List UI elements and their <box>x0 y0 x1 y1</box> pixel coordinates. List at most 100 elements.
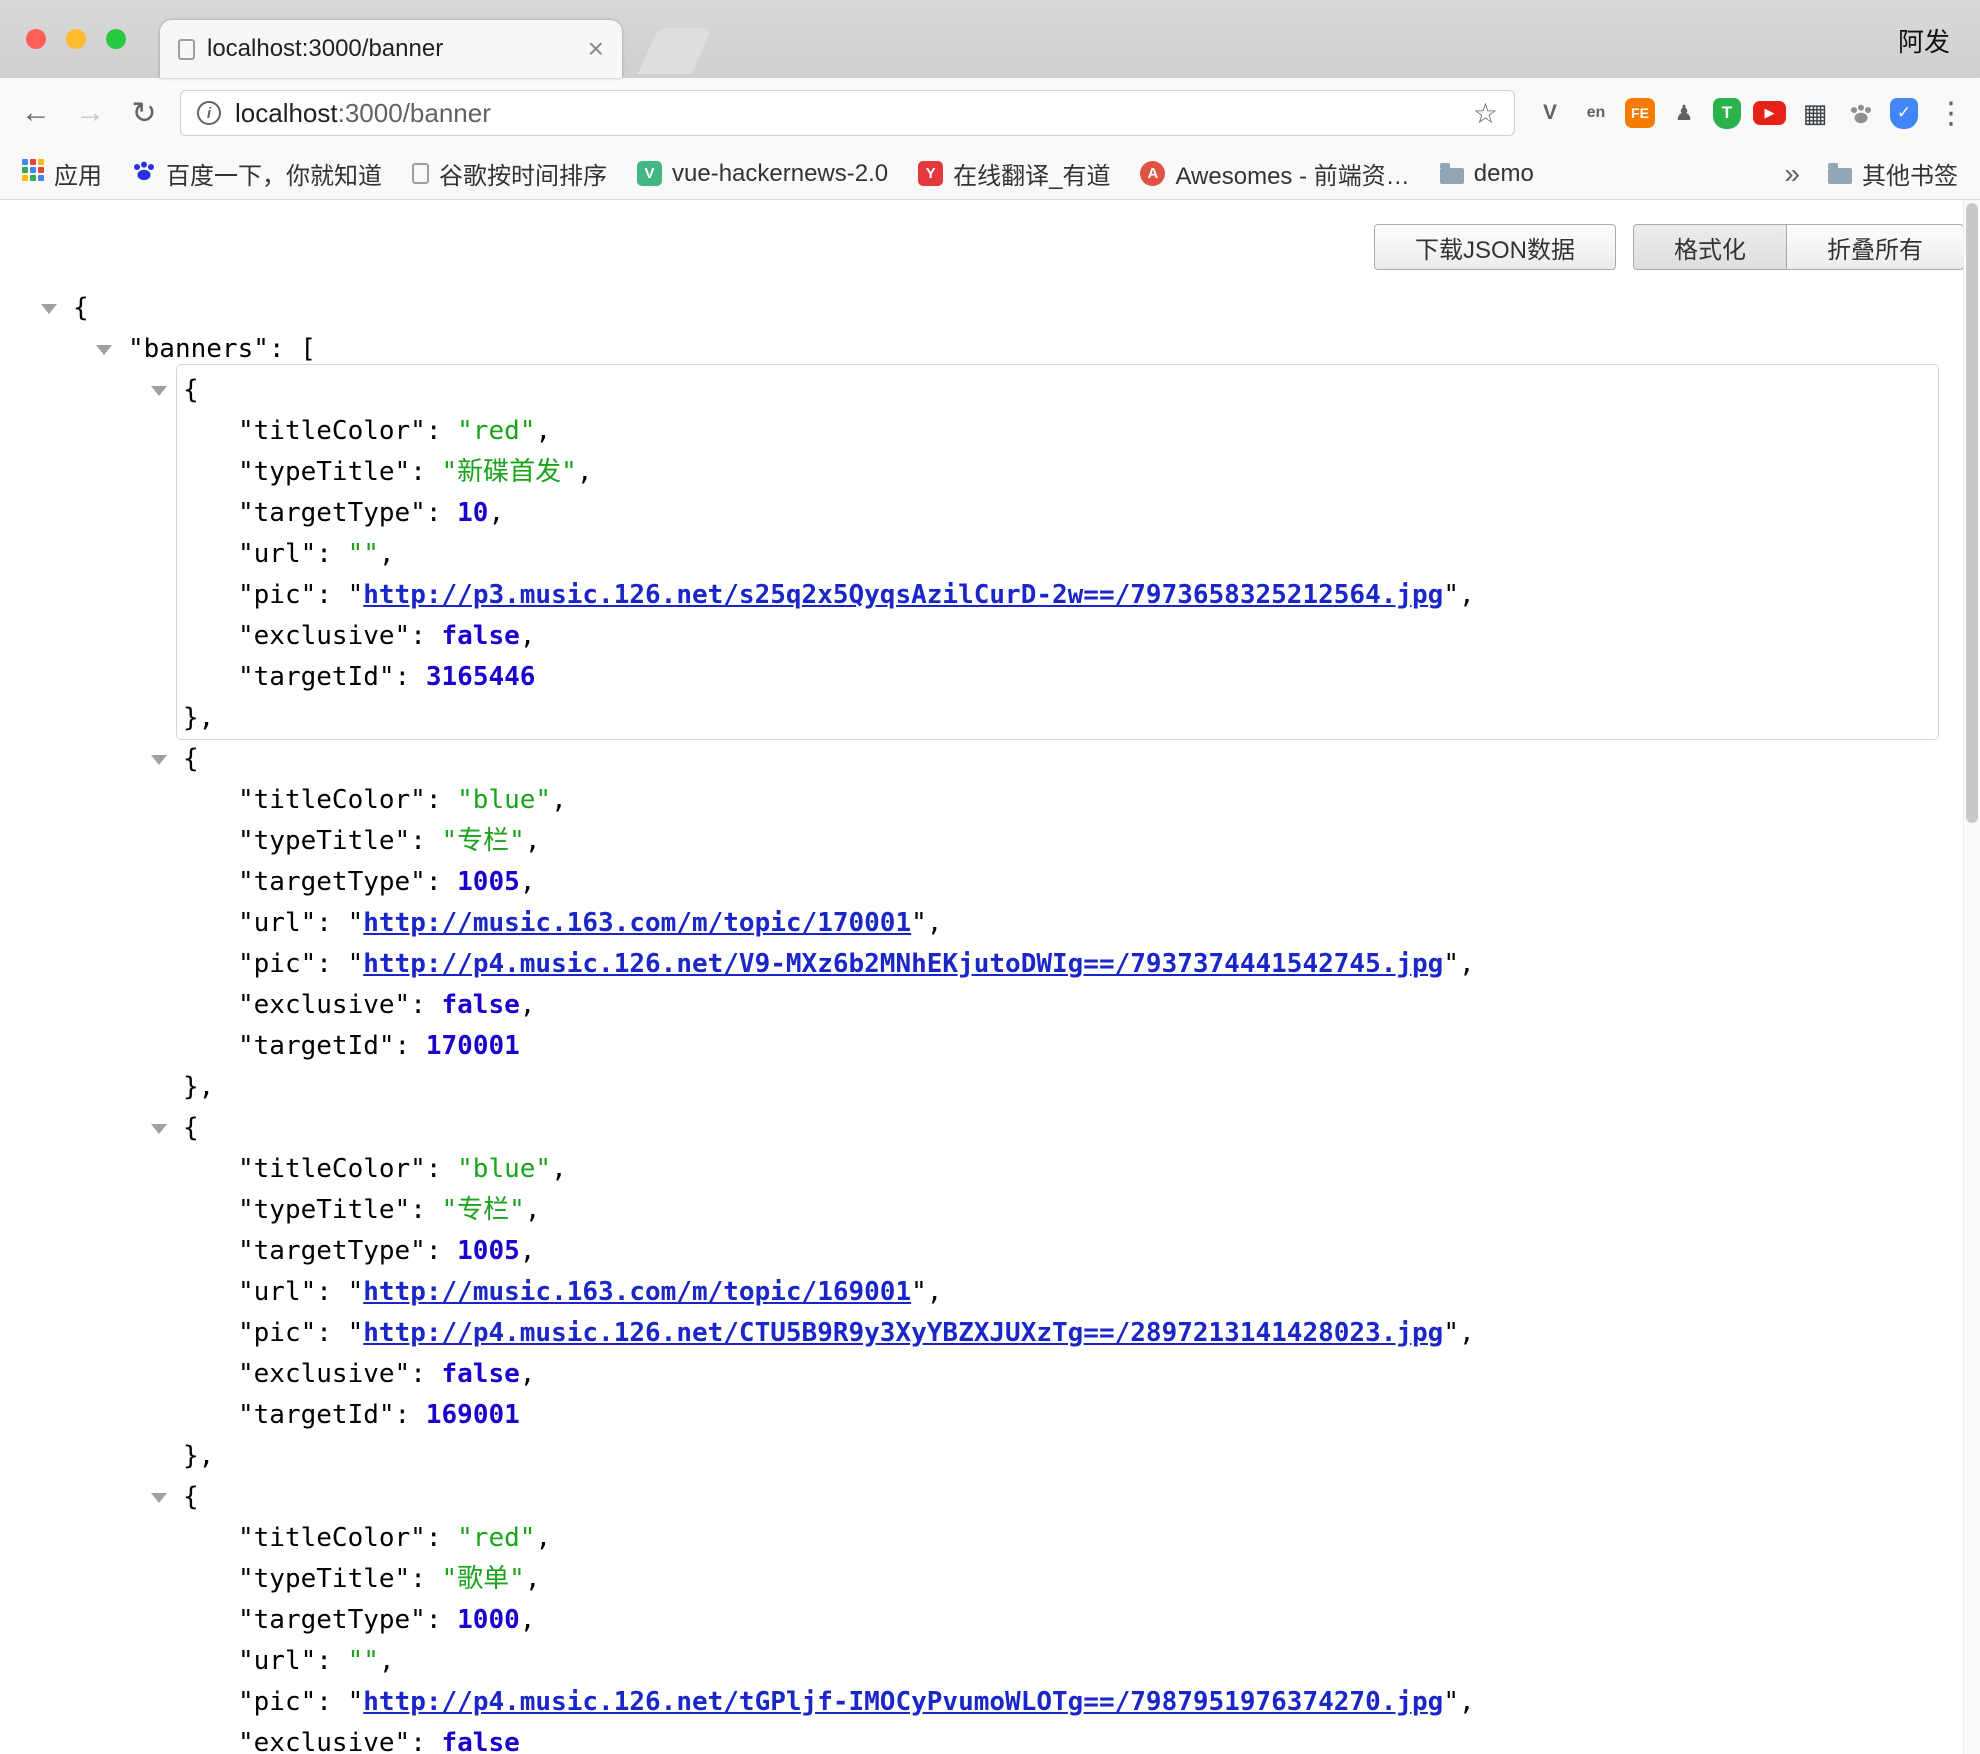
json-field-typeTitle: "typeTitle": "新碟首发", <box>0 452 1963 493</box>
json-punctuation: " <box>348 908 364 938</box>
close-window-button[interactable] <box>26 29 46 49</box>
bookmark-label: demo <box>1474 160 1534 188</box>
other-bookmarks-folder[interactable]: 其他书签 <box>1828 156 1958 191</box>
format-button[interactable]: 格式化 <box>1633 224 1787 270</box>
address-bar[interactable]: i localhost:3000/banner ☆ <box>180 90 1515 136</box>
collapse-toggle-icon[interactable] <box>151 1493 167 1503</box>
json-url-link[interactable]: http://p4.music.126.net/tGPljf-IMOCyPvum… <box>363 1687 1443 1717</box>
bookmark-star-icon[interactable]: ☆ <box>1473 97 1498 130</box>
bookmark-item-apps[interactable]: 应用 <box>22 156 102 191</box>
url-text[interactable]: localhost:3000/banner <box>235 98 491 129</box>
profile-name[interactable]: 阿发 <box>1898 22 1950 59</box>
json-punctuation: : <box>316 949 347 979</box>
json-punctuation: , <box>535 1523 551 1553</box>
json-field-exclusive: "exclusive": false, <box>0 616 1963 657</box>
paw-print-icon[interactable] <box>1844 96 1878 130</box>
bookmarks-overflow-icon[interactable]: » <box>1784 158 1800 190</box>
json-object-open: { <box>0 370 1963 411</box>
security-shield-icon[interactable]: ✓ <box>1890 98 1918 129</box>
collapse-toggle-icon[interactable] <box>151 755 167 765</box>
json-punctuation: , <box>927 908 943 938</box>
browser-menu-icon[interactable]: ⋮ <box>1936 96 1962 131</box>
extension-icons: Ven FE ♟ T ▶ ▦ ✓ <box>1533 96 1918 130</box>
json-punctuation: " <box>1443 580 1459 610</box>
json-url-link[interactable]: http://p4.music.126.net/V9-MXz6b2MNhEKju… <box>363 949 1443 979</box>
fe-icon[interactable]: FE <box>1625 98 1655 128</box>
json-punctuation: , <box>1459 580 1475 610</box>
json-punctuation: : <box>316 1277 347 1307</box>
json-key: "targetType" <box>238 867 426 897</box>
json-key: "targetType" <box>238 1236 426 1266</box>
collab-person-icon[interactable]: ♟ <box>1667 96 1701 130</box>
maximize-window-button[interactable] <box>106 29 126 49</box>
json-punctuation: : <box>426 1154 457 1184</box>
json-field-targetId: "targetId": 170001 <box>0 1026 1963 1067</box>
translate-en-icon[interactable]: en <box>1579 96 1613 130</box>
json-boolean-value: false <box>442 990 520 1020</box>
trafficlight-shield-icon[interactable]: T <box>1713 98 1741 129</box>
vimium-icon[interactable]: V <box>1533 96 1567 130</box>
json-url-link[interactable]: http://music.163.com/m/topic/169001 <box>363 1277 911 1307</box>
json-url-link[interactable]: http://p4.music.126.net/CTU5B9R9y3XyYBZX… <box>363 1318 1443 1348</box>
json-number-value: 169001 <box>426 1400 520 1430</box>
apps-grid-icon <box>22 159 44 188</box>
scrollbar-thumb[interactable] <box>1966 203 1978 823</box>
json-punctuation: : <box>410 990 441 1020</box>
json-field-pic: "pic": "http://p4.music.126.net/CTU5B9R9… <box>0 1313 1963 1354</box>
json-field-exclusive: "exclusive": false, <box>0 985 1963 1026</box>
collapse-toggle-icon[interactable] <box>41 304 57 314</box>
reload-icon[interactable]: ↻ <box>126 96 162 131</box>
json-field-targetType: "targetType": 1005, <box>0 862 1963 903</box>
json-field-titleColor: "titleColor": "red", <box>0 411 1963 452</box>
json-punctuation: : <box>426 1523 457 1553</box>
json-url-link[interactable]: http://p3.music.126.net/s25q2x5QyqsAzilC… <box>363 580 1443 610</box>
json-boolean-value: false <box>442 1728 520 1754</box>
bookmark-item-google-sort[interactable]: 谷歌按时间排序 <box>412 156 607 191</box>
json-string-value: "专栏" <box>442 826 525 856</box>
bookmark-item-vue-hackernews[interactable]: Vvue-hackernews-2.0 <box>637 160 888 188</box>
collapse-toggle-icon[interactable] <box>151 386 167 396</box>
browser-tab[interactable]: localhost:3000/banner × <box>160 20 622 78</box>
json-punctuation: : <box>316 1318 347 1348</box>
json-banners-key-line: "banners": [ <box>0 329 1963 370</box>
bookmark-item-baidu[interactable]: 百度一下，你就知道 <box>132 156 382 191</box>
json-field-typeTitle: "typeTitle": "专栏", <box>0 821 1963 862</box>
tab-close-icon[interactable]: × <box>588 35 604 63</box>
qr-code-icon[interactable]: ▦ <box>1798 96 1832 130</box>
json-action-buttons: 下载JSON数据 格式化 折叠所有 <box>1374 224 1964 270</box>
scrollbar-track[interactable] <box>1963 200 1980 1754</box>
json-key: "exclusive" <box>238 990 410 1020</box>
json-punctuation: " <box>348 949 364 979</box>
json-url-link[interactable]: http://music.163.com/m/topic/170001 <box>363 908 911 938</box>
bookmark-item-demo[interactable]: demo <box>1440 160 1534 188</box>
bookmark-item-youdao[interactable]: Y在线翻译_有道 <box>918 156 1110 191</box>
download-json-button[interactable]: 下载JSON数据 <box>1374 224 1616 270</box>
json-key: "url" <box>238 908 316 938</box>
json-key: "typeTitle" <box>238 826 410 856</box>
json-number-value: 3165446 <box>426 662 536 692</box>
json-punctuation: " <box>1443 1318 1459 1348</box>
page-info-icon[interactable]: i <box>197 101 221 125</box>
minimize-window-button[interactable] <box>66 29 86 49</box>
json-punctuation: : <box>426 416 457 446</box>
json-field-exclusive: "exclusive": false, <box>0 1354 1963 1395</box>
json-string-value: "专栏" <box>442 1195 525 1225</box>
browser-toolbar: ← → ↻ i localhost:3000/banner ☆ Ven FE ♟ T ▶… <box>0 78 1980 148</box>
json-punctuation: : <box>395 1400 426 1430</box>
json-object-close: }, <box>0 1067 1963 1108</box>
collapse-toggle-icon[interactable] <box>96 345 112 355</box>
json-punctuation: : <box>316 580 347 610</box>
json-number-value: 10 <box>457 498 488 528</box>
json-punctuation: , <box>520 621 536 651</box>
json-punctuation: , <box>520 867 536 897</box>
forward-icon[interactable]: → <box>72 96 108 130</box>
json-punctuation: }, <box>183 703 214 733</box>
collapse-all-button[interactable]: 折叠所有 <box>1787 224 1964 270</box>
back-icon[interactable]: ← <box>18 96 54 130</box>
json-punctuation: : <box>316 908 347 938</box>
collapse-toggle-icon[interactable] <box>151 1124 167 1134</box>
youtube-icon[interactable]: ▶ <box>1753 101 1786 125</box>
new-tab-button[interactable] <box>638 28 712 74</box>
bookmark-item-awesomes[interactable]: AAwesomes - 前端资… <box>1140 156 1409 191</box>
json-punctuation: : <box>410 457 441 487</box>
